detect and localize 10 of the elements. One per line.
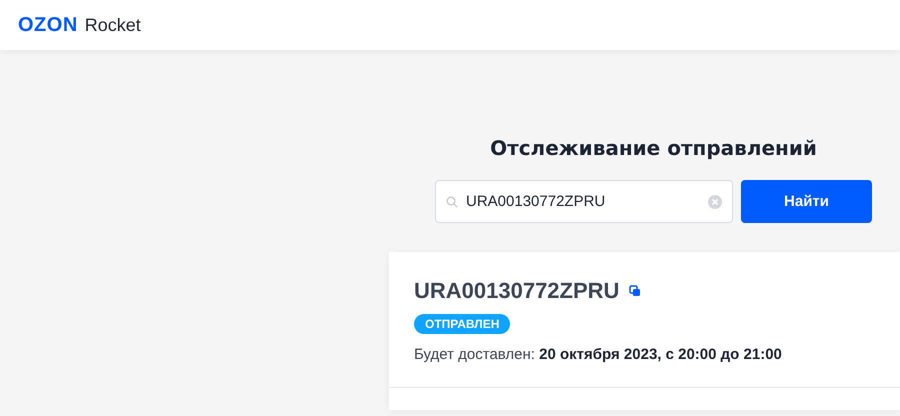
copy-icon[interactable]	[629, 285, 642, 297]
tracking-number: URA00130772ZPRU	[414, 278, 620, 304]
search-icon	[446, 196, 458, 208]
page-title: Отслеживание отправлений	[490, 136, 817, 160]
search-field[interactable]: URA00130772ZPRU	[435, 180, 733, 223]
product-name: Rocket	[84, 14, 141, 36]
find-button[interactable]: Найти	[741, 180, 872, 223]
logo[interactable]: OZON	[18, 14, 78, 36]
status-badge: ОТПРАВЛЕН	[414, 314, 510, 334]
delivery-info: Будет доставлен: 20 октября 2023, с 20:00 до 21:00	[414, 346, 782, 363]
